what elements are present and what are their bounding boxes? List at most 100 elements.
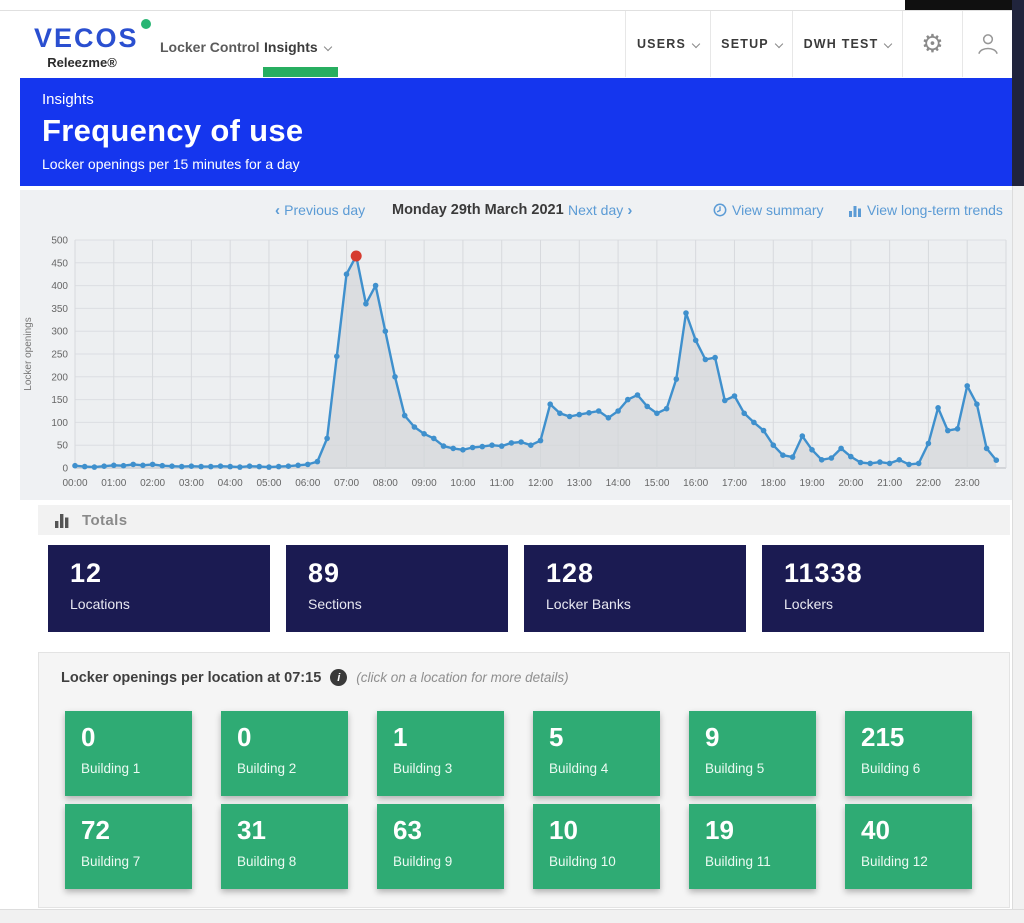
data-point[interactable] — [489, 442, 495, 448]
next-day-button[interactable]: Next day › — [568, 202, 632, 219]
data-point[interactable] — [683, 310, 689, 316]
selected-data-point[interactable] — [351, 251, 362, 262]
data-point[interactable] — [615, 408, 621, 414]
data-point[interactable] — [373, 283, 379, 289]
previous-day-button[interactable]: ‹ Previous day — [275, 202, 365, 219]
nav-item-insights[interactable]: Insights — [264, 39, 331, 55]
data-point[interactable] — [470, 445, 476, 451]
data-point[interactable] — [674, 376, 680, 382]
data-point[interactable] — [218, 463, 224, 469]
data-point[interactable] — [547, 401, 553, 407]
data-point[interactable] — [150, 462, 156, 468]
data-point[interactable] — [586, 410, 592, 416]
menu-dwh-test[interactable]: DWH TEST — [792, 11, 902, 77]
data-point[interactable] — [867, 461, 873, 467]
location-tile-building-11[interactable]: 19Building 11 — [689, 804, 816, 889]
view-summary-link[interactable]: View summary — [713, 202, 824, 218]
data-point[interactable] — [664, 406, 670, 412]
data-point[interactable] — [577, 412, 583, 418]
data-point[interactable] — [344, 271, 350, 277]
data-point[interactable] — [712, 355, 718, 361]
data-point[interactable] — [557, 411, 563, 417]
data-point[interactable] — [741, 411, 747, 417]
data-point[interactable] — [295, 463, 301, 469]
location-tile-building-12[interactable]: 40Building 12 — [845, 804, 972, 889]
data-point[interactable] — [305, 462, 311, 468]
data-point[interactable] — [829, 455, 835, 461]
location-tile-building-6[interactable]: 215Building 6 — [845, 711, 972, 796]
data-point[interactable] — [198, 464, 204, 470]
location-tile-building-4[interactable]: 5Building 4 — [533, 711, 660, 796]
data-point[interactable] — [257, 464, 263, 470]
data-point[interactable] — [130, 462, 136, 468]
data-point[interactable] — [402, 413, 408, 419]
data-point[interactable] — [140, 463, 146, 469]
data-point[interactable] — [528, 442, 534, 448]
data-point[interactable] — [751, 420, 757, 426]
data-point[interactable] — [732, 393, 738, 399]
account-button[interactable] — [962, 11, 1012, 77]
scrollbar-track[interactable] — [1012, 186, 1024, 923]
nav-item-locker-control[interactable]: Locker Control — [160, 39, 260, 55]
data-point[interactable] — [703, 357, 709, 363]
data-point[interactable] — [838, 446, 844, 452]
data-point[interactable] — [450, 446, 456, 452]
data-point[interactable] — [169, 463, 175, 469]
data-point[interactable] — [596, 408, 602, 414]
data-point[interactable] — [693, 338, 699, 344]
menu-setup[interactable]: SETUP — [710, 11, 792, 77]
data-point[interactable] — [635, 392, 641, 398]
frequency-line-chart[interactable]: 05010015020025030035040045050000:0001:00… — [20, 226, 1012, 494]
data-point[interactable] — [101, 463, 107, 469]
data-point[interactable] — [809, 447, 815, 453]
data-point[interactable] — [460, 447, 466, 453]
location-tile-building-3[interactable]: 1Building 3 — [377, 711, 504, 796]
data-point[interactable] — [179, 464, 185, 470]
data-point[interactable] — [121, 463, 127, 469]
data-point[interactable] — [606, 415, 612, 421]
info-icon[interactable]: i — [330, 669, 347, 686]
data-point[interactable] — [625, 397, 631, 403]
data-point[interactable] — [877, 459, 883, 465]
data-point[interactable] — [644, 404, 650, 410]
data-point[interactable] — [518, 439, 524, 445]
location-tile-building-1[interactable]: 0Building 1 — [65, 711, 192, 796]
data-point[interactable] — [431, 436, 437, 442]
location-tile-building-5[interactable]: 9Building 5 — [689, 711, 816, 796]
data-point[interactable] — [72, 463, 78, 469]
data-point[interactable] — [858, 460, 864, 466]
data-point[interactable] — [567, 414, 573, 420]
data-point[interactable] — [412, 424, 418, 430]
location-tile-building-10[interactable]: 10Building 10 — [533, 804, 660, 889]
data-point[interactable] — [800, 433, 806, 439]
data-point[interactable] — [82, 464, 88, 470]
data-point[interactable] — [227, 464, 233, 470]
data-point[interactable] — [421, 431, 427, 437]
data-point[interactable] — [654, 411, 660, 417]
data-point[interactable] — [722, 398, 728, 404]
data-point[interactable] — [208, 464, 214, 470]
data-point[interactable] — [383, 328, 389, 334]
data-point[interactable] — [790, 454, 796, 460]
data-point[interactable] — [334, 354, 340, 360]
data-point[interactable] — [964, 383, 970, 389]
data-point[interactable] — [926, 441, 932, 447]
data-point[interactable] — [538, 438, 544, 444]
menu-users[interactable]: USERS — [625, 11, 710, 77]
data-point[interactable] — [984, 446, 990, 452]
data-point[interactable] — [441, 443, 447, 449]
data-point[interactable] — [509, 440, 515, 446]
data-point[interactable] — [392, 374, 398, 380]
data-point[interactable] — [286, 463, 292, 469]
data-point[interactable] — [887, 461, 893, 467]
data-point[interactable] — [247, 463, 253, 469]
location-tile-building-2[interactable]: 0Building 2 — [221, 711, 348, 796]
data-point[interactable] — [480, 444, 486, 450]
data-point[interactable] — [324, 436, 330, 442]
vecos-logo[interactable]: VECOS Releezme® — [34, 19, 151, 70]
data-point[interactable] — [499, 443, 505, 449]
data-point[interactable] — [276, 464, 282, 470]
data-point[interactable] — [237, 464, 243, 470]
data-point[interactable] — [761, 428, 767, 434]
data-point[interactable] — [266, 464, 272, 470]
